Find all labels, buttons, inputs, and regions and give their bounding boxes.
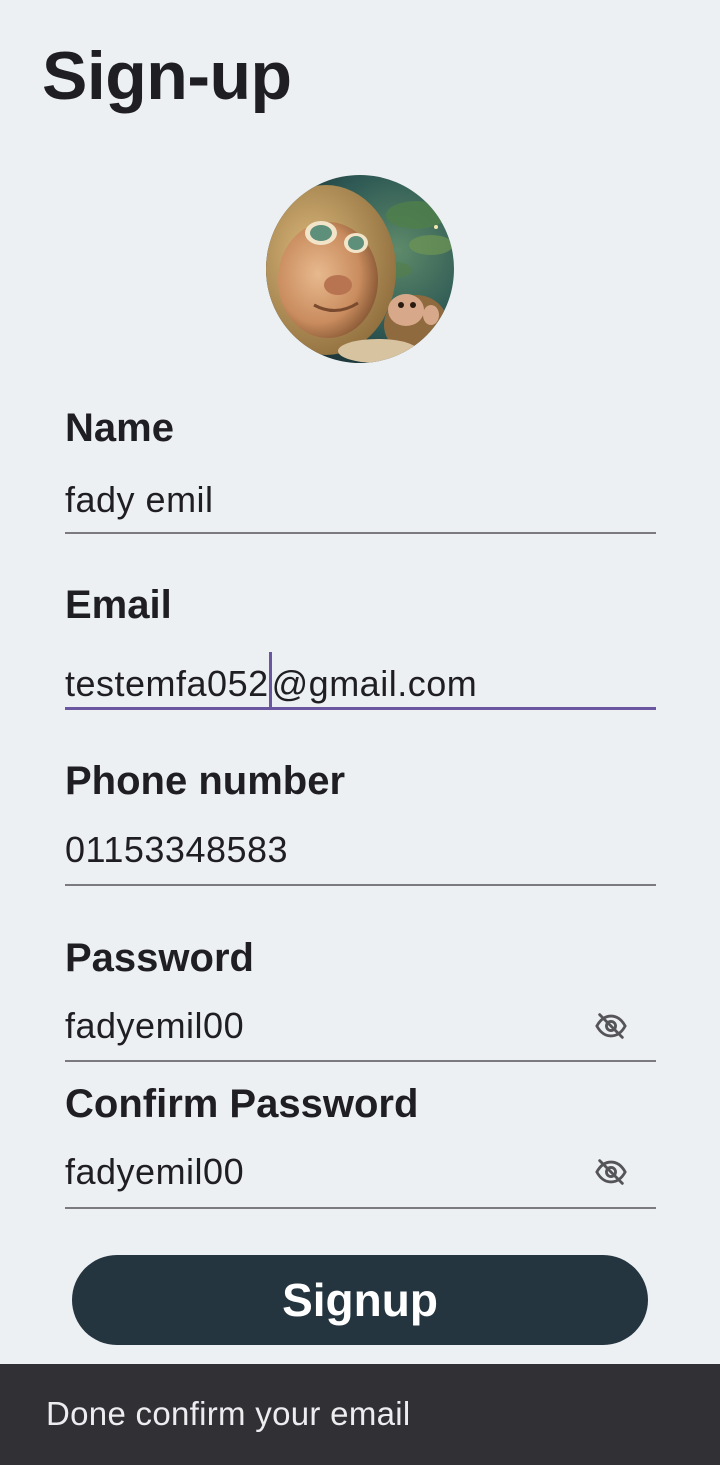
- email-value-before-caret: testemfa052: [65, 663, 269, 704]
- name-label: Name: [65, 406, 174, 450]
- password-label: Password: [65, 936, 254, 980]
- phone-input[interactable]: 01153348583: [65, 829, 288, 871]
- password-underline: [65, 1060, 656, 1062]
- password-input[interactable]: fadyemil00: [65, 1005, 244, 1047]
- signup-button[interactable]: Signup: [72, 1255, 648, 1345]
- name-underline: [65, 532, 656, 534]
- snackbar-message: Done confirm your email: [46, 1395, 411, 1432]
- eye-off-icon[interactable]: [594, 1009, 628, 1043]
- email-label: Email: [65, 583, 172, 627]
- page-title: Sign-up: [42, 38, 292, 114]
- phone-label: Phone number: [65, 759, 346, 803]
- eye-off-icon[interactable]: [594, 1155, 628, 1189]
- confirm-password-label: Confirm Password: [65, 1082, 419, 1126]
- profile-avatar[interactable]: [266, 175, 454, 363]
- name-field[interactable]: Name fady emil: [65, 405, 656, 535]
- email-value-after-caret: @gmail.com: [271, 663, 478, 704]
- email-field[interactable]: Email testemfa052@gmail.com: [65, 582, 656, 712]
- email-underline-focused: [65, 707, 656, 710]
- phone-underline: [65, 884, 656, 886]
- snackbar: Done confirm your email: [0, 1364, 720, 1465]
- email-input[interactable]: testemfa052@gmail.com: [65, 652, 477, 710]
- name-input[interactable]: fady emil: [65, 479, 214, 521]
- phone-field[interactable]: Phone number 01153348583: [65, 758, 656, 888]
- confirm-password-underline: [65, 1207, 656, 1209]
- confirm-password-input[interactable]: fadyemil00: [65, 1151, 244, 1193]
- avatar-image: [266, 175, 454, 363]
- password-field[interactable]: Password fadyemil00: [65, 935, 656, 1065]
- confirm-password-field[interactable]: Confirm Password fadyemil00: [65, 1081, 656, 1211]
